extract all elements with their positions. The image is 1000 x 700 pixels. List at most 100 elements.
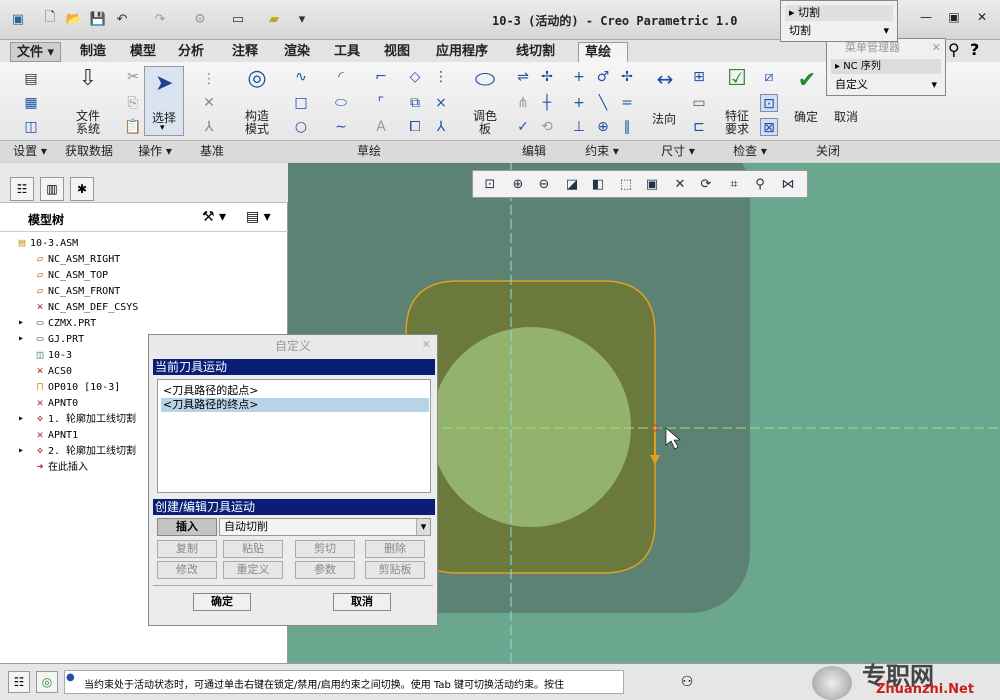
group-datum[interactable]: 基准 <box>192 140 232 162</box>
folder-browser-tab-icon[interactable]: ▥ <box>40 177 64 201</box>
copy-button[interactable]: 复制 <box>157 540 217 558</box>
clipboard-button[interactable]: 剪贴板 <box>365 561 425 579</box>
group-sketch[interactable]: 草绘 <box>232 140 506 162</box>
setup-icon-1[interactable]: ▤ <box>22 70 40 88</box>
tree-row[interactable]: ▸ ⋄ 1. 轮廓加工线切割 <box>18 411 136 427</box>
motion-list[interactable]: <刀具路径的起点> <刀具路径的终点> <box>157 379 431 493</box>
line-icon[interactable]: ∿ <box>292 68 310 86</box>
tree-filters-icon[interactable]: ▤ ▾ <box>246 209 271 225</box>
symmetric-icon[interactable]: ✢ <box>618 68 636 86</box>
refit-icon[interactable]: ⊡ <box>479 174 501 196</box>
tab-manufacturing[interactable]: 制造 <box>74 42 112 62</box>
tree-row[interactable]: ▤ 10-3.ASM <box>14 235 78 251</box>
fillet-icon[interactable]: ⌐ <box>372 68 390 86</box>
tab-wire-edm[interactable]: 线切割 <box>510 42 561 62</box>
file-system-icon[interactable]: ⇩ <box>76 68 100 98</box>
delete-segment-icon[interactable]: ✢ <box>538 68 556 86</box>
tab-sketch[interactable]: 草绘 <box>578 42 628 62</box>
new-icon[interactable]: 🗋 <box>40 9 60 29</box>
undo-icon[interactable]: ↶ <box>112 9 132 29</box>
group-dimension[interactable]: 尺寸 ▾ <box>642 140 714 162</box>
tree-row[interactable]: ▸ ⋄ 2. 轮廓加工线切割 <box>18 443 136 459</box>
ok-check-icon[interactable]: ✔ <box>796 70 818 96</box>
tab-view[interactable]: 视图 <box>378 42 416 62</box>
search-icon[interactable]: ⚲ <box>948 40 960 59</box>
overlapping-geometry-icon[interactable]: ⧄ <box>760 68 778 86</box>
feature-requirements-icon[interactable]: ☑ <box>722 68 752 98</box>
cancel-label[interactable]: 取消 <box>834 108 858 125</box>
nc-sequence-item[interactable]: ▸ NC 序列 <box>831 59 941 74</box>
group-operations[interactable]: 操作 ▾ <box>118 140 192 162</box>
highlight-open-ends-icon[interactable]: ⊡ <box>760 94 778 112</box>
ok-label[interactable]: 确定 <box>794 108 818 125</box>
spline-icon[interactable]: ∼ <box>332 118 350 136</box>
chamfer-icon[interactable]: ⌜ <box>372 94 390 112</box>
save-icon[interactable]: 💾 <box>88 9 108 29</box>
circle-icon[interactable]: ○ <box>292 118 310 136</box>
tab-render[interactable]: 渲染 <box>278 42 316 62</box>
favorites-tab-icon[interactable]: ✱ <box>70 177 94 201</box>
perpendicular-icon[interactable]: ⊥ <box>570 118 588 136</box>
palette-icon[interactable]: ⬭ <box>470 67 500 98</box>
maximize-icon[interactable]: ▣ <box>944 10 964 28</box>
centerline-icon[interactable]: ⋮ <box>432 68 450 86</box>
group-edit[interactable]: 编辑 <box>506 140 562 162</box>
tree-row[interactable]: ◫ 10-3 <box>32 347 72 363</box>
tab-applications[interactable]: 应用程序 <box>430 42 494 62</box>
coordinate-icon[interactable]: ⅄ <box>432 118 450 136</box>
expand-icon[interactable]: ▸ <box>18 315 24 331</box>
offset-icon[interactable]: ◇ <box>406 68 424 86</box>
setup-icon-3[interactable]: ◫ <box>22 118 40 136</box>
normal-dimension-icon[interactable]: ↔ <box>650 69 680 98</box>
tree-row[interactable]: ▱ NC_ASM_FRONT <box>32 283 121 299</box>
tab-analysis[interactable]: 分析 <box>172 42 210 62</box>
datum-axis-icon[interactable]: ✕ <box>200 94 218 112</box>
tree-row[interactable]: ▸ ▭ CZMX.PRT <box>18 315 96 331</box>
datum-display-icon[interactable]: ✕ <box>669 174 691 196</box>
tab-file[interactable]: 文件 ▾ <box>10 42 62 62</box>
horizontal-icon[interactable]: + <box>570 94 588 112</box>
params-button[interactable]: 参数 <box>295 561 355 579</box>
zoom-out-icon[interactable]: ⊖ <box>533 174 555 196</box>
cut-icon[interactable]: ✂ <box>124 68 142 86</box>
customize-select[interactable]: 自定义 ▾ <box>831 77 941 93</box>
spin-center-icon[interactable]: ⚲ <box>749 174 771 196</box>
tree-row[interactable]: ▸ ▭ GJ.PRT <box>18 331 84 347</box>
help-icon[interactable]: ? <box>970 40 979 59</box>
group-setup[interactable]: 设置 ▾ <box>0 140 60 162</box>
expand-icon[interactable]: ▸ <box>18 411 24 427</box>
sketch-display-icon[interactable]: ⌗ <box>723 174 745 196</box>
expand-icon[interactable]: ▸ <box>18 443 24 459</box>
model-tree-tab-icon[interactable]: ☷ <box>10 177 34 201</box>
divide-icon[interactable]: ✓ <box>514 118 532 136</box>
tree-row[interactable]: ✕ APNT1 <box>32 427 78 443</box>
sketch-view-icon[interactable]: ⟳ <box>695 174 717 196</box>
midpoint-icon[interactable]: ╲ <box>594 94 612 112</box>
list-item[interactable]: <刀具路径的起点> <box>161 384 429 398</box>
customize-qa-icon[interactable]: ▾ <box>292 9 312 29</box>
palette-label[interactable]: 调色 板 <box>472 110 498 136</box>
construction-mode-label[interactable]: 构造 模式 <box>244 110 270 136</box>
dialog-cancel-button[interactable]: 取消 <box>333 593 391 611</box>
parallel-icon[interactable]: ∥ <box>618 118 636 136</box>
tree-row[interactable]: ▱ NC_ASM_RIGHT <box>32 251 121 267</box>
reference-icon[interactable]: ▭ <box>690 94 708 112</box>
tree-row[interactable]: ➜ 在此插入 <box>32 459 88 475</box>
point-icon[interactable]: × <box>432 94 450 112</box>
expand-icon[interactable]: ▸ <box>18 331 24 347</box>
datum-point-icon[interactable]: ⋮ <box>200 70 218 88</box>
delete-button[interactable]: 删除 <box>365 540 425 558</box>
project-icon[interactable]: ⧠ <box>406 118 424 136</box>
close-window-icon[interactable]: ▰ <box>264 9 284 29</box>
tangent-icon[interactable]: ♂ <box>594 68 612 86</box>
tab-model[interactable]: 模型 <box>124 42 162 62</box>
list-item-selected[interactable]: <刀具路径的终点> <box>161 398 429 412</box>
dialog-ok-button[interactable]: 确定 <box>193 593 251 611</box>
group-constrain[interactable]: 约束 ▾ <box>562 140 642 162</box>
group-inspect[interactable]: 检查 ▾ <box>714 140 786 162</box>
modify-button[interactable]: 修改 <box>157 561 217 579</box>
tab-annotate[interactable]: 注释 <box>226 42 264 62</box>
mirror-icon[interactable]: ⋔ <box>514 94 532 112</box>
rectangle-icon[interactable]: □ <box>292 94 310 112</box>
paste-icon[interactable]: 📋 <box>124 118 142 136</box>
